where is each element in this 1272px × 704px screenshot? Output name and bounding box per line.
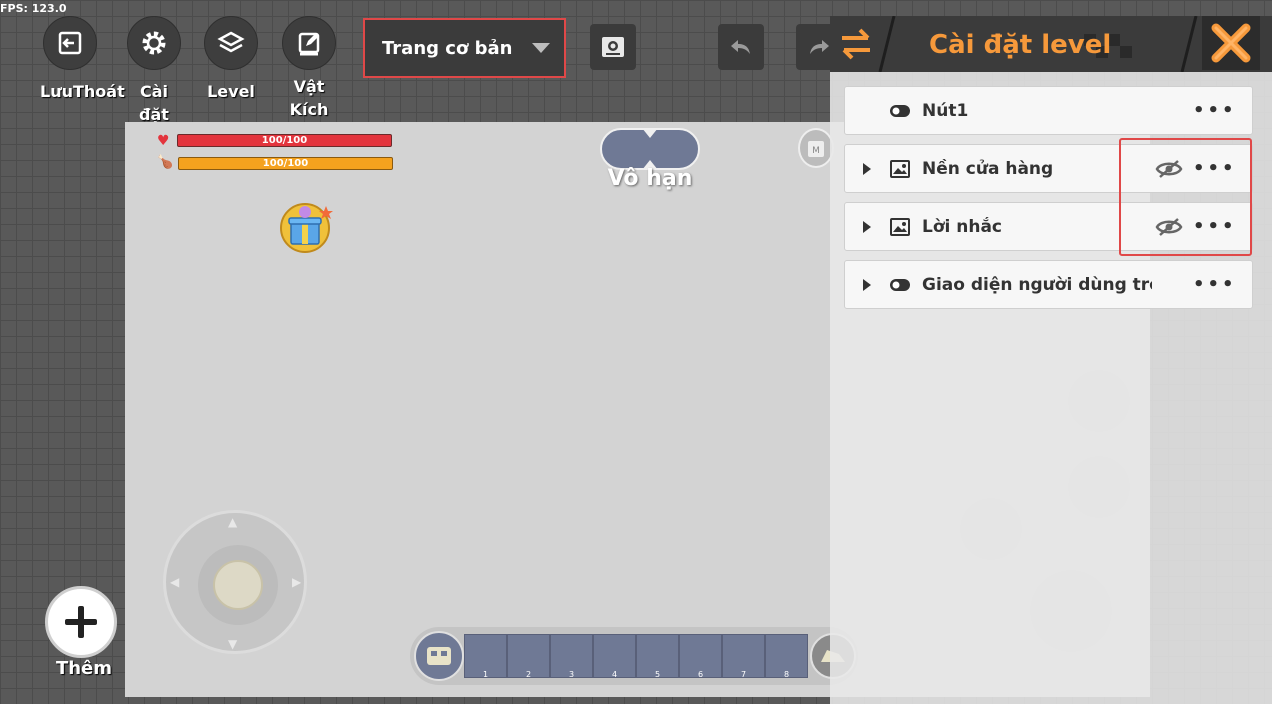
hunger-value: 100/100	[262, 158, 309, 169]
expand-arrow-icon[interactable]	[863, 162, 871, 175]
item-name: Lời nhắc	[922, 216, 1003, 237]
hourglass-icon	[642, 128, 658, 170]
more-icon[interactable]: •••	[1193, 274, 1237, 295]
slot-number: 8	[783, 670, 790, 679]
close-button[interactable]	[1202, 16, 1260, 70]
joystick-knob[interactable]	[213, 560, 263, 610]
page-select-dropdown[interactable]: Trang cơ bản	[363, 18, 566, 78]
backpack-button[interactable]	[414, 631, 464, 681]
backpack-icon	[427, 647, 451, 665]
hotbar-slot[interactable]: 7	[722, 634, 765, 679]
edit-icon	[282, 16, 336, 70]
level-settings-panel: Cài đặt level Nút1 ••• Nền cửa hàng ••• …	[830, 16, 1272, 704]
hotbar-slot[interactable]: 6	[679, 634, 722, 679]
slot-number: 5	[654, 670, 661, 679]
svg-text:M: M	[812, 146, 820, 156]
slot-number: 3	[568, 670, 575, 679]
panel-header: Cài đặt level	[830, 16, 1272, 72]
item-name: Nút1	[922, 100, 969, 121]
toggle-icon	[890, 104, 910, 117]
list-item-ingame-ui[interactable]: Giao diện người dùng trong t •••	[844, 260, 1253, 309]
hotbar-slot[interactable]: 4	[593, 634, 636, 679]
slot-number: 2	[525, 670, 532, 679]
health-bar: 100/100	[177, 134, 392, 147]
slot-number: 7	[740, 670, 747, 679]
layers-icon	[204, 16, 258, 70]
list-item-button1[interactable]: Nút1 •••	[844, 86, 1253, 135]
hotbar-slot[interactable]: 1	[464, 634, 507, 679]
image-icon	[890, 159, 910, 178]
gift-icon[interactable]	[278, 198, 333, 253]
level-label: Level	[207, 82, 255, 101]
fps-counter: FPS: 123.0	[0, 2, 67, 15]
page-select-value: Trang cơ bản	[382, 37, 513, 59]
save-exit-button[interactable]: LưuThoát	[40, 16, 125, 103]
expand-arrow-icon[interactable]	[863, 220, 871, 233]
item-name: Giao diện người dùng trong t	[922, 274, 1152, 295]
highlight-box	[1119, 138, 1252, 256]
hotbar-slot[interactable]: 3	[550, 634, 593, 679]
item-name: Nền cửa hàng	[922, 158, 1054, 179]
plus-icon	[65, 606, 97, 638]
health-value: 100/100	[261, 135, 308, 146]
mode-badge	[600, 128, 700, 170]
chevron-down-icon	[532, 43, 550, 53]
camera-button[interactable]	[590, 24, 636, 70]
arrow-down-icon: ▼	[228, 637, 238, 651]
hotbar: 1 2 3 4 5 6 7 8	[410, 627, 858, 685]
slot-number: 1	[482, 670, 489, 679]
redo-icon	[810, 40, 829, 54]
level-button[interactable]: Level	[201, 16, 261, 103]
movement-joystick[interactable]: ▲ ▼ ◀ ▶	[163, 510, 307, 654]
slot-number: 4	[611, 670, 618, 679]
joystick-ring	[198, 545, 278, 625]
hotbar-slot[interactable]: 2	[507, 634, 550, 679]
swap-icon[interactable]	[836, 24, 878, 64]
more-icon[interactable]: •••	[1193, 100, 1237, 121]
panel-title: Cài đặt level	[929, 30, 1112, 60]
screenshot-icon	[602, 37, 624, 57]
settings-label: Cài đặt	[139, 82, 169, 124]
arrow-right-icon: ▶	[292, 575, 302, 589]
settings-button[interactable]: Cài đặt	[124, 16, 184, 126]
undo-icon	[731, 40, 750, 54]
hunger-bar: 100/100	[178, 157, 393, 170]
mode-label: Vô hạn	[607, 166, 693, 191]
add-label: Thêm	[55, 658, 113, 679]
hotbar-slot[interactable]: 5	[636, 634, 679, 679]
save-exit-label: LưuThoát	[40, 82, 125, 101]
image-icon	[890, 217, 910, 236]
arrow-left-icon: ◀	[170, 575, 180, 589]
undo-button[interactable]	[718, 24, 764, 70]
slot-number: 6	[697, 670, 704, 679]
shop-icon[interactable]: M	[798, 128, 834, 168]
toggle-icon	[890, 278, 910, 291]
drumstick-icon: 🍗	[157, 155, 174, 170]
close-icon	[1211, 23, 1251, 63]
add-button[interactable]	[45, 586, 117, 658]
hotbar-slot[interactable]: 8	[765, 634, 808, 679]
arrow-up-icon: ▲	[228, 515, 238, 529]
expand-arrow-icon[interactable]	[863, 278, 871, 291]
heart-icon: ♥	[157, 133, 170, 149]
exit-icon	[43, 16, 97, 70]
gear-icon	[127, 16, 181, 70]
